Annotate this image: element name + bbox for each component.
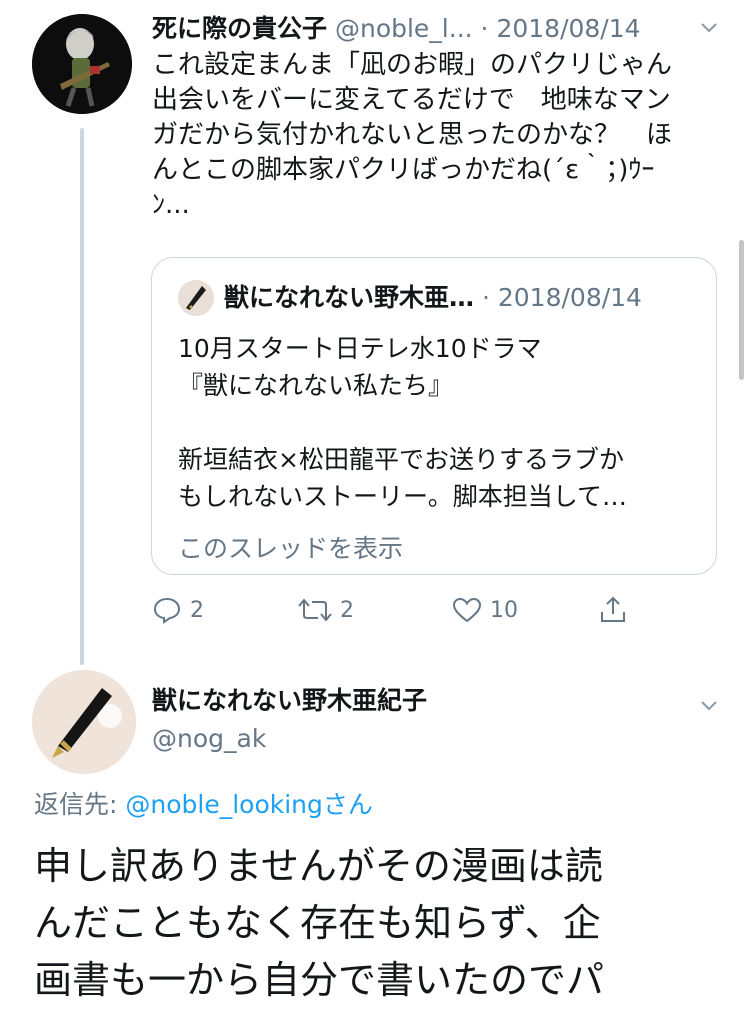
tweet-actions: 2 2 10	[152, 592, 642, 628]
quote-text-line: 10月スタート日テレ水10ドラマ	[178, 334, 542, 363]
like-button[interactable]: 10	[452, 592, 518, 628]
display-name[interactable]: 獣になれない野木亜紀子	[152, 684, 427, 718]
retweet-icon	[298, 598, 332, 622]
tweet-text: これ設定まんま「凪のお暇」のパクリじゃん 出会いをバーに変えてるだけで 地味なマ…	[152, 48, 722, 223]
quote-avatar	[178, 280, 214, 316]
reply-suffix: さん	[322, 790, 373, 819]
separator-dot: ·	[480, 14, 489, 43]
replying-to: 返信先: @noble_lookingさん	[34, 788, 373, 822]
quote-date: 2018/08/14	[497, 283, 642, 312]
tweet-date[interactable]: 2018/08/14	[496, 14, 640, 43]
tweet-text-line: 画書も一から自分で書いたのでパ	[34, 958, 605, 1002]
quote-header: 獣になれない野木亜… · 2018/08/14	[224, 280, 642, 316]
user-handle[interactable]: @noble_l...	[335, 14, 473, 43]
reply-count: 2	[190, 597, 204, 623]
quote-display-name: 獣になれない野木亜…	[224, 283, 475, 312]
chevron-down-icon[interactable]	[698, 694, 720, 716]
pen-avatar-image	[178, 280, 214, 316]
tweet-text-line: ガだから気付かれないと思ったのかな？ ほ	[152, 120, 673, 150]
retweet-button[interactable]: 2	[298, 592, 354, 628]
reply-user-link[interactable]: @noble_looking	[125, 790, 323, 819]
quote-text: 10月スタート日テレ水10ドラマ 『獣になれない私たち』 新垣結衣×松田龍平でお…	[178, 330, 708, 515]
like-count: 10	[490, 597, 518, 623]
avatar-image	[32, 14, 132, 114]
reply-icon	[153, 597, 181, 624]
chevron-down-icon[interactable]	[698, 16, 720, 38]
quote-text-line: 『獣になれない私たち』	[178, 371, 454, 400]
separator-dot: ·	[481, 283, 490, 312]
avatar[interactable]	[32, 670, 136, 774]
reply-button[interactable]: 2	[152, 592, 204, 628]
quote-text-line	[178, 404, 708, 441]
heart-icon	[452, 597, 482, 623]
show-thread-link[interactable]: このスレッドを表示	[178, 532, 403, 566]
tweet-text-line: ﾝ...	[152, 190, 190, 220]
avatar[interactable]	[32, 14, 132, 114]
quoted-tweet-card[interactable]: 獣になれない野木亜… · 2018/08/14 10月スタート日テレ水10ドラマ…	[151, 257, 717, 575]
share-button[interactable]	[598, 592, 628, 628]
retweet-count: 2	[340, 597, 354, 623]
reply-label: 返信先:	[34, 790, 126, 819]
quote-text-line: 新垣結衣×松田龍平でお送りするラブか	[178, 445, 624, 474]
share-icon	[601, 596, 625, 622]
thread-line	[80, 128, 84, 665]
tweet-text-line: 申し訳ありませんがその漫画は読	[34, 844, 603, 888]
tweet-text-line: これ設定まんま「凪のお暇」のパクリじゃん	[152, 50, 673, 80]
tweet-text: 申し訳ありませんがその漫画は読 んだこともなく存在も知らず、企 画書も一から自分…	[34, 838, 750, 1009]
tweet-text-line: んとこの脚本家パクリばっかだね(´ε｀；)ｳｰ	[152, 155, 655, 185]
tweet-text-line: んだこともなく存在も知らず、企	[34, 901, 601, 945]
user-handle[interactable]: @nog_ak	[152, 722, 266, 756]
scrollbar[interactable]	[739, 240, 744, 380]
tweet-text-line: 出会いをバーに変えてるだけで 地味なマン	[152, 85, 671, 115]
tweet-header: 死に際の貴公子 @noble_l... · 2018/08/14	[152, 12, 712, 46]
quote-text-line: もしれないストーリー。脚本担当して…	[178, 482, 628, 511]
pen-avatar-image	[32, 670, 136, 774]
display-name[interactable]: 死に際の貴公子	[152, 14, 327, 43]
